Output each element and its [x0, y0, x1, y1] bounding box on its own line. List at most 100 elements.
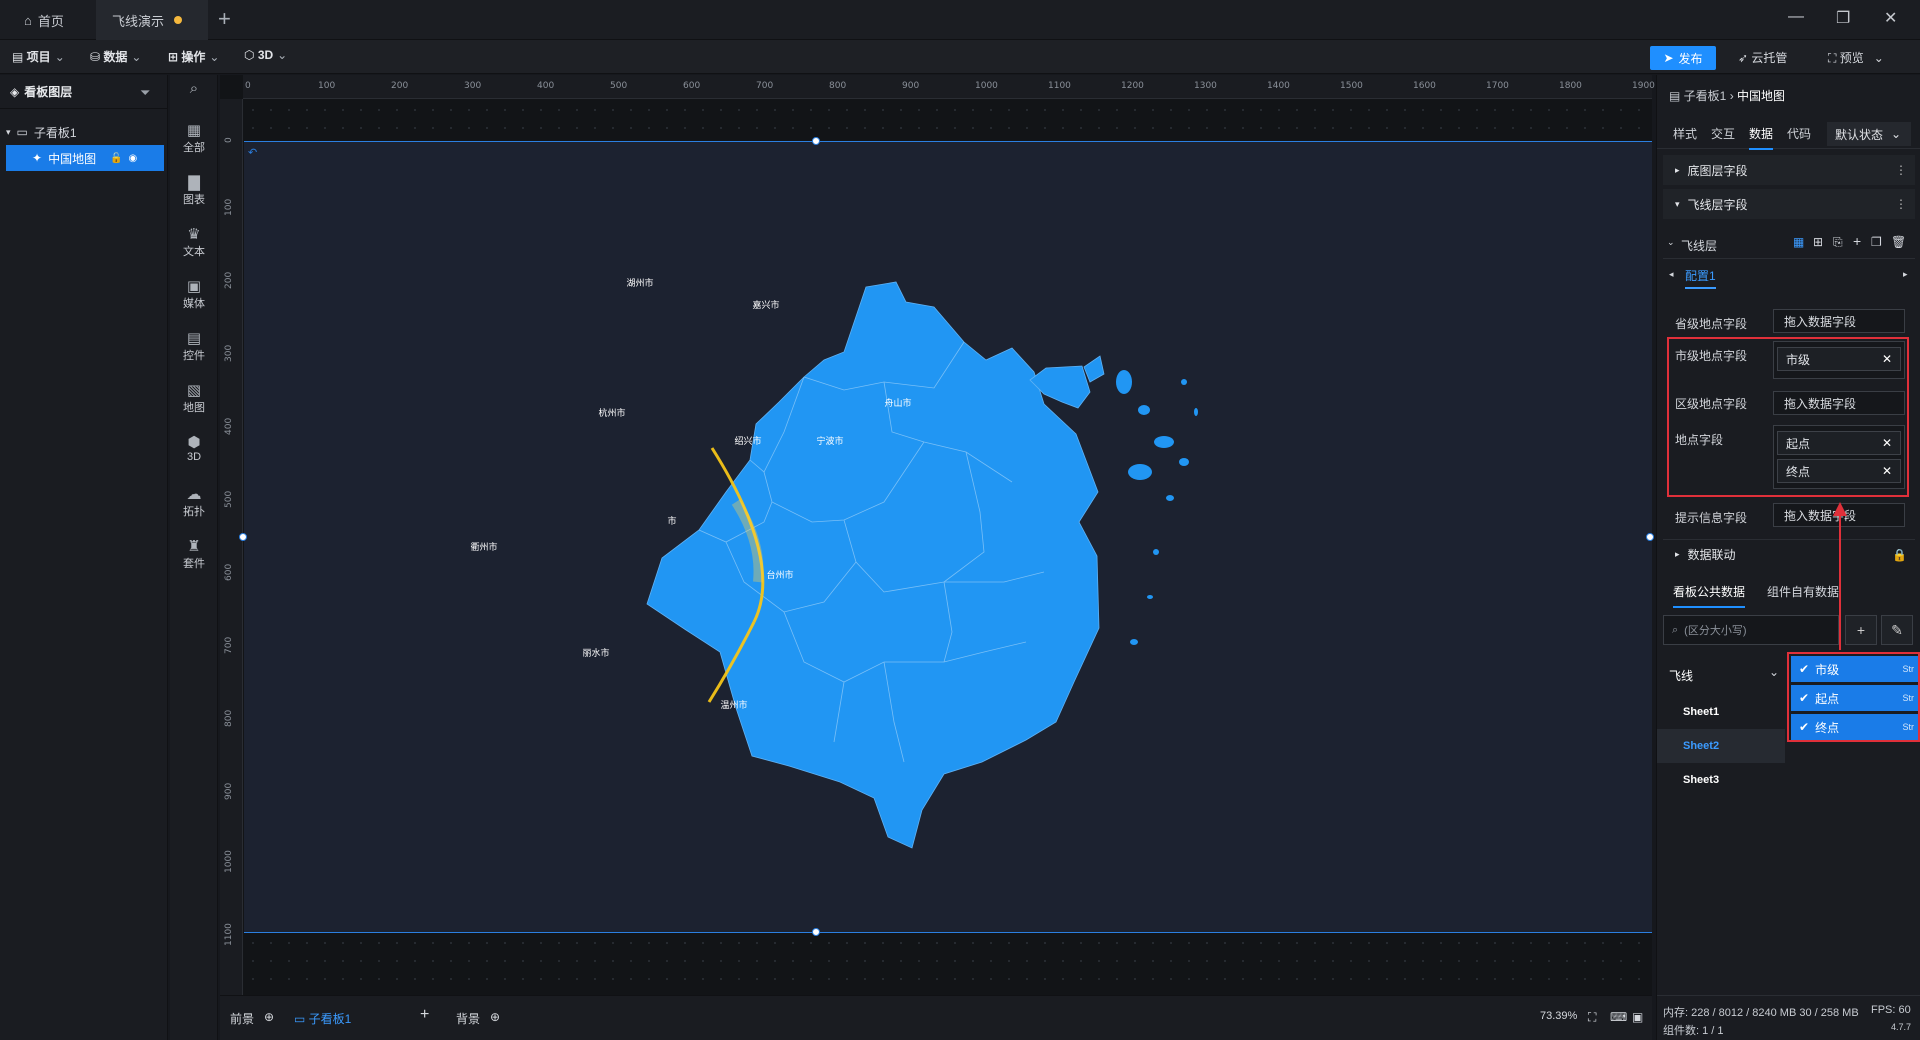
layout-icon[interactable]: ▦ [1793, 235, 1804, 249]
properties-panel: ▤ 子看板1 › 中国地图 样式 交互 数据 代码 默认状态 ⌄ ▸ 底图层字段 ⋮ … [1656, 75, 1920, 1040]
category-4[interactable]: ▤ 控件 [170, 331, 218, 363]
tab-interaction[interactable]: 交互 [1711, 125, 1735, 142]
add-front-icon[interactable]: ⊕ [264, 1010, 274, 1024]
ruler-tick-label: 1000 [224, 850, 234, 873]
menu-3d-label: 3D [257, 48, 274, 62]
sheet-3[interactable]: Sheet3 [1657, 763, 1785, 797]
board-icon: ▤ [1669, 89, 1684, 103]
section-data-linkage[interactable]: ▸ 数据联动 🔒 [1663, 539, 1915, 569]
publish-button[interactable]: ➤ 发布 [1650, 46, 1716, 70]
trash-icon[interactable]: 🗑 [1891, 235, 1906, 249]
category-7[interactable]: ☁ 拓扑 [170, 487, 218, 519]
more-icon[interactable]: ⋮ [1895, 197, 1907, 211]
flylayer-header[interactable]: ⌄ 飞线层 ▦ ⊞ ⎘ + ❐ 🗑 [1663, 229, 1915, 259]
cloud-hosting-button[interactable]: ➶ 云托管 [1738, 49, 1787, 66]
search-component[interactable]: ⌕ [170, 81, 218, 97]
eye-icon[interactable]: ◉ [129, 153, 138, 164]
highlight-box-fields [1667, 337, 1909, 497]
edit-data-button[interactable]: ✎ [1881, 615, 1913, 645]
lock-icon[interactable]: 🔒 [1892, 548, 1907, 562]
tree-item-map[interactable]: ✦ 中国地图 🔓 ◉ [6, 145, 164, 171]
section-fly-fields[interactable]: ▾ 飞线层字段 ⋮ [1663, 189, 1915, 219]
minimize-icon[interactable]: — [1788, 8, 1804, 26]
tab-public-data[interactable]: 看板公共数据 [1673, 583, 1746, 608]
scene-back[interactable]: 背景 [456, 1010, 480, 1027]
add-tab-button[interactable]: + [218, 6, 231, 32]
duplicate-icon[interactable]: ❐ [1871, 235, 1882, 249]
config-tabs: ◂ 配置1 ▸ [1663, 263, 1915, 289]
state-select[interactable]: 默认状态 ⌄ [1827, 122, 1911, 146]
resize-handle-top[interactable] [812, 137, 820, 145]
chevron-down-icon: ▾ [1675, 198, 1680, 209]
menu-project[interactable]: ▤ 项目 ⌄ [12, 48, 65, 65]
add-back-icon[interactable]: ⊕ [490, 1010, 500, 1024]
restore-icon[interactable]: ❐ [1836, 8, 1850, 28]
menu-3d[interactable]: ⬡ 3D ⌄ [244, 48, 287, 62]
section-fly-label: 飞线层字段 [1687, 197, 1748, 212]
copy-layer-icon[interactable]: ⎘ [1833, 235, 1843, 250]
tab-data[interactable]: 数据 [1749, 125, 1774, 150]
sheet-2[interactable]: Sheet2 [1657, 729, 1785, 763]
category-1[interactable]: ▇ 图表 [170, 175, 218, 207]
add-icon[interactable]: + [1853, 233, 1861, 249]
tab-home[interactable]: ⌂ 首页 [8, 0, 88, 40]
keyboard-icon[interactable]: ⌨ [1610, 1010, 1627, 1024]
tree-item-board[interactable]: ▾ ▭ 子看板1 [0, 119, 168, 145]
category-6[interactable]: ⬢ 3D [170, 435, 218, 464]
category-2[interactable]: ♛ 文本 [170, 227, 218, 259]
add-scene-button[interactable]: + [420, 1006, 429, 1024]
resize-handle-bottom[interactable] [812, 928, 820, 936]
scene-board[interactable]: ▭ 子看板1 [294, 1010, 351, 1027]
chevron-right-icon[interactable]: ▸ [1903, 269, 1908, 280]
table-icon[interactable]: ⊞ [1813, 235, 1823, 249]
fit-screen-icon[interactable]: ⛶ [1588, 1010, 1596, 1025]
resize-handle-left[interactable] [239, 533, 247, 541]
scene-front[interactable]: 前景 [230, 1010, 254, 1027]
field-item-start[interactable]: ✔ 起点 Str [1791, 685, 1918, 711]
category-8[interactable]: ♜ 套件 [170, 539, 218, 571]
config-tab-1[interactable]: 配置1 [1685, 267, 1716, 289]
category-5[interactable]: ▧ 地图 [170, 383, 218, 415]
category-3[interactable]: ▣ 媒体 [170, 279, 218, 311]
ruler-tick-label: 400 [224, 417, 234, 435]
close-icon[interactable]: ✕ [1884, 8, 1897, 28]
tab-code[interactable]: 代码 [1787, 125, 1811, 142]
board-stage[interactable]: ↶ 湖州市 嘉兴市 杭州市 绍兴市 宁波市 舟山市 衢州市 市 台州市 丽水市 … [239, 137, 1654, 936]
section-base-label: 底图层字段 [1687, 163, 1748, 178]
tab-style[interactable]: 样式 [1673, 125, 1697, 142]
more-icon[interactable]: ⋮ [1895, 163, 1907, 177]
preview-button[interactable]: ⛶ 预览 ⌄ [1828, 49, 1884, 66]
datasource-select[interactable]: 飞线 ⌄ [1657, 659, 1785, 689]
resize-handle-right[interactable] [1646, 533, 1654, 541]
chevron-left-icon[interactable]: ◂ [1669, 269, 1674, 280]
layers-title: 看板图层 [24, 85, 73, 99]
field-item-end[interactable]: ✔ 终点 Str [1791, 714, 1918, 740]
category-0[interactable]: ▦ 全部 [170, 123, 218, 155]
sheet-1[interactable]: Sheet1 [1657, 695, 1785, 729]
category-label: 3D [186, 451, 202, 463]
zhejiang-map[interactable]: 湖州市嘉兴市杭州市绍兴市 宁波市 舟山市衢州市 市台州市丽水市温州市 [244, 142, 1652, 934]
filter-icon[interactable]: ⏷ [140, 85, 150, 101]
canvas-area[interactable]: 0 100 200 300 400 500 600 700 800 900 1000 1100 1200… [220, 75, 1655, 995]
grid-icon: ⊞ [168, 50, 182, 64]
field-item-city[interactable]: ✔ 市级 Str [1791, 656, 1918, 682]
layers-panel: ◈ 看板图层 ⏷ ▾ ▭ 子看板1 ✦ 中国地图 🔓 ◉ [0, 75, 168, 1040]
ruler-tick-label: 200 [224, 271, 234, 289]
bar-chart-icon: ▇ [188, 174, 200, 191]
title-bar: ⌂ 首页 飞线演示 + — ❐ ✕ [0, 0, 1920, 40]
field-city-label: 市级 [1815, 662, 1840, 677]
breadcrumb-parent[interactable]: 子看板1 [1684, 89, 1727, 103]
search-placeholder: (区分大小写) [1684, 625, 1747, 637]
memory-status: 内存: 228 / 8012 / 8240 MB 30 / 258 MB [1663, 1007, 1859, 1019]
menu-operation[interactable]: ⊞ 操作 ⌄ [168, 48, 219, 65]
ruler-tick-label: 800 [224, 709, 234, 727]
zoom-level[interactable]: 73.39% [1540, 1010, 1577, 1022]
unlock-icon[interactable]: 🔓 [110, 153, 122, 164]
terminal-icon[interactable]: ▣ [1632, 1010, 1643, 1024]
menu-data[interactable]: ⛁ 数据 ⌄ [90, 48, 141, 65]
tab-flyline-demo[interactable]: 飞线演示 [96, 0, 208, 40]
section-base-fields[interactable]: ▸ 底图层字段 ⋮ [1663, 155, 1915, 185]
ruler-tick-label: 200 [391, 81, 409, 91]
province-field-drop[interactable]: 拖入数据字段 [1773, 309, 1905, 333]
field-search-input[interactable]: ⌕ (区分大小写) [1663, 615, 1839, 645]
